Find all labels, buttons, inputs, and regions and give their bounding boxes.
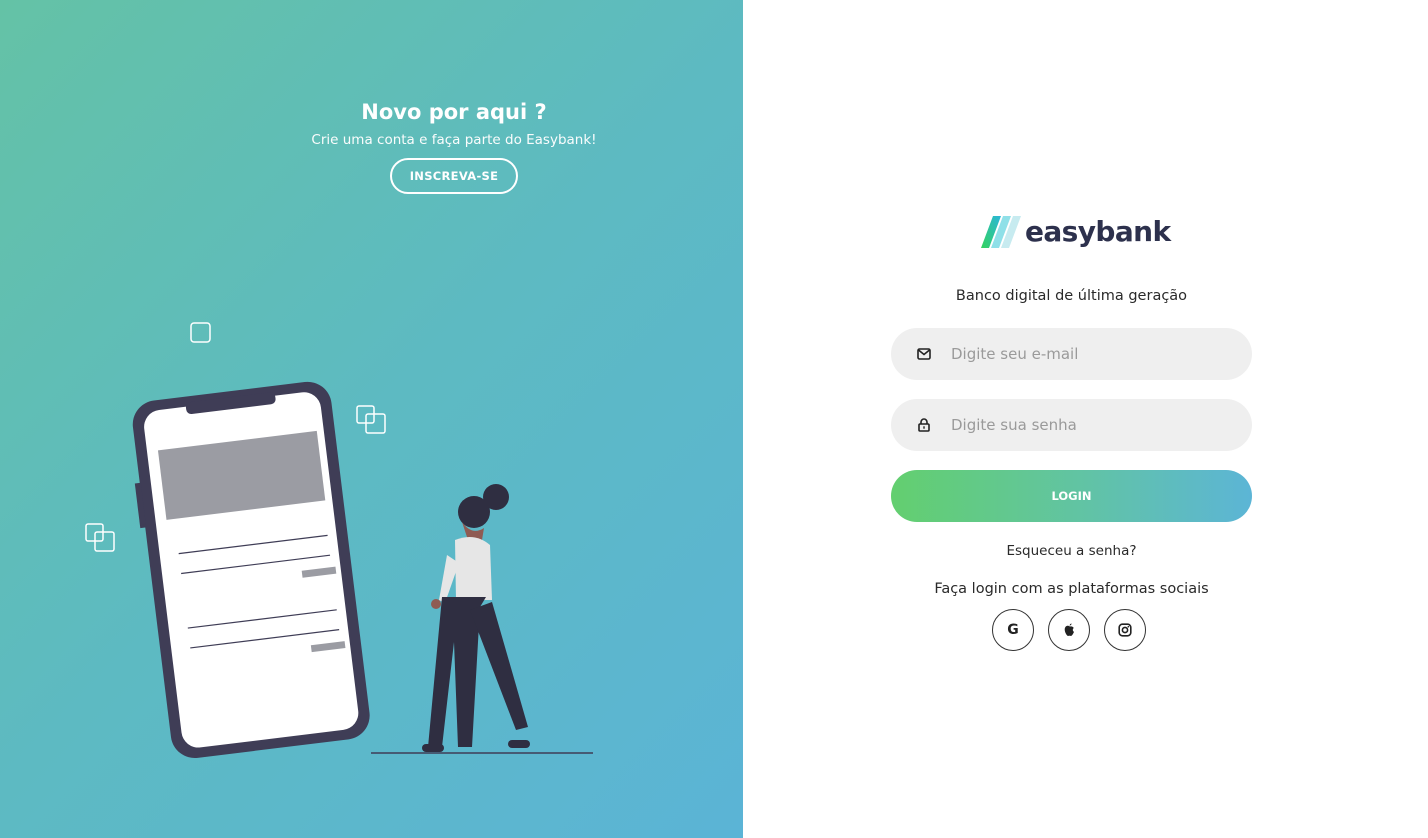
logo-stripes-icon [981,215,1021,248]
login-panel: easybank Banco digital de última geração… [743,0,1428,838]
google-icon: G [1007,622,1019,638]
login-button[interactable]: LOGIN [891,470,1252,522]
square-decoration [190,322,211,343]
double-square-decoration [356,405,386,434]
password-input[interactable] [949,415,1223,435]
instagram-icon [1118,623,1132,637]
signup-box: Novo por aqui ? Crie uma conta e faça pa… [0,100,743,194]
envelope-icon [917,347,931,361]
brand-name: easybank [1025,215,1171,248]
forgot-password-link[interactable]: Esqueceu a senha? [891,543,1252,559]
phone-graphic [132,381,370,759]
email-field[interactable] [891,328,1252,380]
instagram-login-button[interactable] [1104,609,1146,651]
apple-login-button[interactable] [1048,609,1090,651]
google-login-button[interactable]: G [992,609,1034,651]
lock-icon [917,418,931,432]
social-buttons: G [992,609,1146,651]
email-input[interactable] [949,344,1223,364]
signup-panel: Novo por aqui ? Crie uma conta e faça pa… [0,0,743,838]
phone-illustration [85,322,593,759]
brand-tagline: Banco digital de última geração [955,288,1188,304]
signup-button[interactable]: INSCREVA-SE [389,158,519,194]
password-field[interactable] [891,399,1252,451]
signup-title: Novo por aqui ? [361,100,547,124]
woman-figure [422,484,530,752]
signup-subtitle: Crie uma conta e faça parte do Easybank! [311,132,597,148]
apple-icon [1064,623,1074,636]
social-login-label: Faça login com as plataformas sociais [934,581,1209,597]
double-square-decoration [85,523,115,552]
brand-logo: easybank [981,215,1171,248]
